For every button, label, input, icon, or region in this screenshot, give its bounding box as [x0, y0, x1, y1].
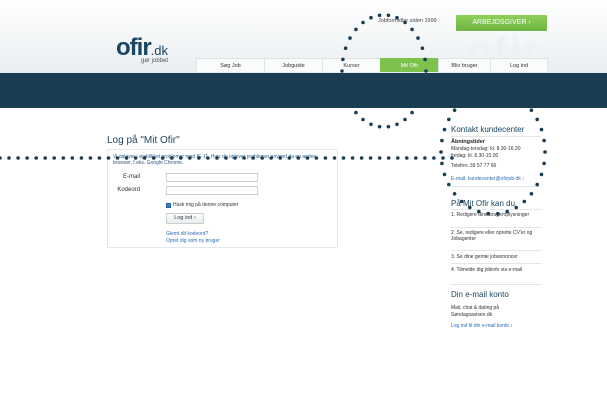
divider: [451, 209, 541, 210]
hours-weekdays: Mandag-torsdag: kl. 8.30-16.30: [451, 146, 521, 152]
dotted-ring-nav: [377, 124, 382, 129]
contact-email-link[interactable]: E-mail: kundecenter@ofirjob.dk ›: [451, 176, 524, 182]
dotted-ring-contact: [539, 172, 544, 177]
dotted-ring-contact: [442, 127, 447, 132]
dotted-ring-contact: [529, 108, 534, 112]
dotted-line-middle: [432, 156, 436, 160]
dotted-line-middle: [368, 156, 373, 160]
email-label: E-mail: [122, 174, 140, 180]
dotted-ring-contact: [529, 192, 534, 196]
dotted-line-middle: [359, 156, 364, 160]
feature-item: 3. Se dine gemte jobannoncer: [451, 254, 518, 260]
email-field[interactable]: [166, 173, 258, 182]
dotted-ring-nav: [410, 110, 414, 115]
dotted-line-middle: [341, 156, 346, 160]
nav-item-register[interactable]: Bliv bruger: [438, 58, 490, 72]
dotted-line-middle: [405, 156, 409, 160]
dotted-ring-contact: [452, 108, 457, 112]
nav-item-jobguide[interactable]: Jobguide: [264, 58, 322, 72]
logo-tagline: gør jobbet: [141, 58, 169, 64]
dotted-line-middle: [97, 156, 102, 160]
dotted-ring-contact: [447, 117, 451, 122]
hours-friday: fredag: kl. 8.30-15.00: [451, 153, 499, 159]
email-account-link[interactable]: Log ind til din e-mail konto ›: [451, 323, 512, 329]
page-title: Log på "Mit Ofir": [107, 135, 180, 146]
main-nav: Søg Job Jobguide Kurser Mit Ofir Bliv br…: [196, 58, 548, 72]
dotted-ring-nav: [395, 122, 399, 127]
feature-item: 2. Se, redigere eller oprette CV'er og J…: [451, 230, 533, 242]
feature-item: 1. Redigere dine brugeroplysninger: [451, 212, 530, 218]
dotted-line-middle: [441, 156, 445, 160]
dotted-line-middle: [386, 156, 391, 160]
email-account-text: Mail, chat & dating på Søndagsavisen.dk: [451, 305, 500, 318]
employer-button[interactable]: ARBEJDSGIVER ›: [456, 15, 547, 31]
dotted-ring-contact: [440, 161, 444, 166]
dotted-line-middle: [43, 156, 47, 160]
dotted-ring-nav: [369, 122, 373, 127]
divider: [451, 284, 541, 285]
dotted-line-middle: [396, 156, 400, 160]
dotted-ring-contact: [452, 192, 457, 196]
dotted-ring-nav: [354, 110, 358, 115]
dotted-line-middle: [34, 156, 38, 160]
contact-phone: Telefon: 39 57 77 66: [451, 163, 497, 169]
dotted-ring-nav: [361, 117, 365, 122]
features-title: På Mit Ofir kan du: [451, 199, 516, 208]
login-form: Vi oplever i øjeblikket problemer med IE…: [107, 149, 338, 248]
browser-notice: Vi oplever i øjeblikket problemer med IE…: [113, 154, 317, 166]
dotted-line-middle: [350, 156, 355, 160]
since-text: Jobformidler siden 1999: [378, 18, 437, 24]
dotted-ring-nav: [386, 124, 391, 129]
nav-item-login[interactable]: Log ind: [490, 58, 548, 72]
divider: [451, 263, 541, 264]
dotted-line-middle: [7, 156, 11, 160]
dotted-ring-contact: [442, 172, 447, 177]
site-logo[interactable]: ofir.dk: [116, 36, 168, 60]
feature-item: 4. Tilmelde dig jobinfo via e-mail: [451, 267, 523, 273]
remember-label: Husk mig på denne computer: [173, 202, 239, 208]
nav-item-courses[interactable]: Kurser: [322, 58, 380, 72]
dotted-line-middle: [423, 156, 427, 160]
header-band: [0, 73, 607, 108]
dotted-ring-contact: [543, 150, 547, 154]
nav-item-my-ofir[interactable]: Mit Ofir: [380, 58, 438, 72]
dotted-line-middle: [377, 156, 382, 160]
remember-me[interactable]: Husk mig på denne computer: [166, 202, 238, 208]
dotted-ring-contact: [440, 138, 444, 143]
forgot-password-link[interactable]: Glemt dit kodeord?: [166, 231, 208, 237]
dotted-line-middle: [0, 156, 2, 160]
create-account-link[interactable]: Opret dig som ny bruger: [166, 238, 220, 244]
dotted-line-middle: [79, 156, 84, 160]
login-button[interactable]: Log ind ›: [166, 213, 204, 224]
password-field[interactable]: [166, 186, 258, 195]
nav-item-search-job[interactable]: Søg Job: [196, 58, 264, 72]
dotted-line-middle: [88, 156, 93, 160]
dotted-ring-contact: [539, 127, 544, 132]
logo-text: ofir: [116, 34, 152, 61]
dotted-line-middle: [70, 156, 75, 160]
dotted-line-middle: [414, 156, 418, 160]
dotted-ring-contact: [439, 150, 443, 154]
divider: [451, 250, 541, 251]
dotted-line-middle: [52, 156, 56, 160]
dotted-line-middle: [25, 156, 29, 160]
dotted-ring-contact: [535, 117, 539, 122]
logo-domain: .dk: [150, 43, 169, 58]
dotted-line-middle: [61, 156, 66, 160]
contact-title: Kontakt kundecenter: [451, 125, 525, 134]
password-label: Kodeord: [117, 187, 140, 193]
hours-title: Åbningstider: [451, 139, 485, 145]
divider: [451, 186, 541, 187]
dotted-ring-nav: [403, 117, 407, 122]
divider: [451, 136, 541, 137]
dotted-ring-contact: [542, 161, 546, 166]
dotted-ring-contact: [542, 138, 546, 143]
dotted-line-middle: [16, 156, 20, 160]
email-account-title: Din e-mail konto: [451, 290, 509, 299]
remember-checkbox[interactable]: [166, 202, 171, 208]
divider: [451, 227, 541, 228]
dotted-ring-contact: [522, 199, 527, 204]
